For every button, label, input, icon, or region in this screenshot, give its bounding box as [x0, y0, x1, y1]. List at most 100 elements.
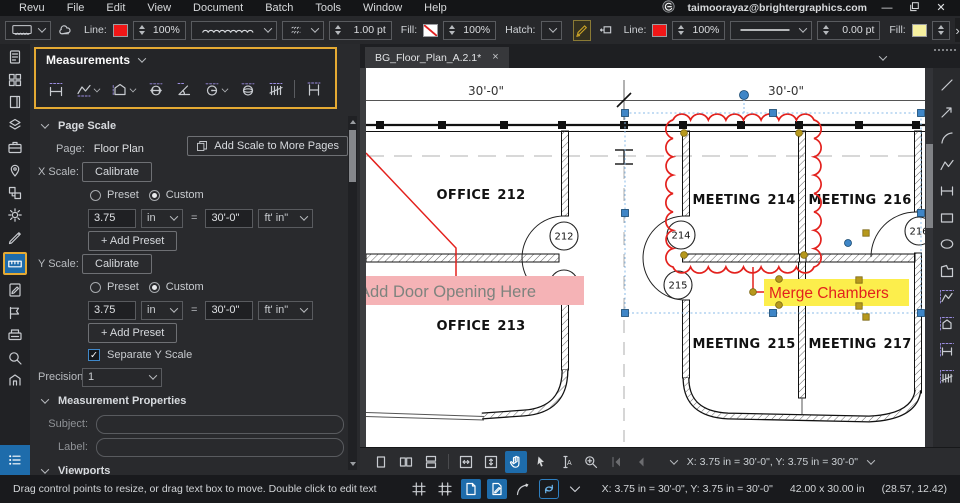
- sidebar-spaces-icon[interactable]: [3, 162, 27, 178]
- pen-path-icon[interactable]: [513, 479, 533, 499]
- restore-button[interactable]: [907, 1, 921, 16]
- previous-page-button[interactable]: [630, 451, 652, 473]
- sidebar-layers-icon[interactable]: [3, 117, 27, 133]
- rectangle-tool[interactable]: [938, 210, 956, 226]
- hatch-dropdown[interactable]: [541, 21, 561, 40]
- x-custom-radio[interactable]: [149, 190, 160, 201]
- y-custom-radio[interactable]: [149, 282, 160, 293]
- arrow-tool[interactable]: [938, 104, 956, 120]
- arc-tool[interactable]: [938, 130, 956, 146]
- add-scale-button[interactable]: Add Scale to More Pages: [187, 136, 348, 156]
- close-button[interactable]: ✕: [934, 1, 948, 15]
- y-preset-radio[interactable]: [90, 282, 101, 293]
- shape-tool-dropdown[interactable]: [5, 21, 51, 40]
- sidebar-calibrate-icon[interactable]: [3, 230, 27, 246]
- section-page-scale[interactable]: Page Scale: [30, 114, 360, 138]
- toolbar-overflow-button[interactable]: ›: [955, 18, 960, 42]
- y-add-preset-button[interactable]: + Add Preset: [88, 323, 177, 343]
- measure-angle-tool[interactable]: [171, 76, 196, 102]
- document-flip-icon[interactable]: [461, 479, 481, 499]
- perimeter-measure-tool[interactable]: [938, 289, 956, 305]
- sidebar-bookmarks-icon[interactable]: [3, 94, 27, 110]
- fit-page-button[interactable]: [455, 451, 477, 473]
- line-style-dropdown[interactable]: [730, 21, 812, 40]
- menu-batch[interactable]: Batch: [254, 2, 304, 14]
- section-viewports[interactable]: Viewports: [30, 459, 360, 475]
- line-width-stepper[interactable]: 1.00 pt: [329, 21, 392, 40]
- sidebar-thumbnails-icon[interactable]: [3, 72, 27, 88]
- menu-revu[interactable]: Revu: [8, 2, 56, 14]
- measure-count-tool[interactable]: [263, 76, 288, 102]
- x-to-unit-select[interactable]: ft' in": [258, 209, 313, 228]
- y-calibrate-button[interactable]: Calibrate: [82, 254, 152, 274]
- line-color-swatch[interactable]: [113, 24, 128, 37]
- area-measure-tool[interactable]: [938, 316, 956, 332]
- polygon-tool[interactable]: [938, 263, 956, 279]
- x-scale-to-input[interactable]: [205, 209, 253, 228]
- separate-y-checkbox[interactable]: ✓: [88, 349, 100, 361]
- minimize-button[interactable]: —: [880, 1, 894, 15]
- sidebar-links-icon[interactable]: [3, 185, 27, 201]
- grid-icon[interactable]: [409, 479, 429, 499]
- length-measure-tool[interactable]: [938, 342, 956, 358]
- measure-width-tool[interactable]: [301, 76, 326, 102]
- select-button[interactable]: [530, 451, 552, 473]
- menu-edit[interactable]: Edit: [95, 2, 136, 14]
- document-tab[interactable]: BG_Floor_Plan_A.2.1* ×: [365, 47, 509, 68]
- sidebar-markups-icon[interactable]: [3, 282, 27, 298]
- y-scale-to-input[interactable]: [205, 301, 253, 320]
- sidebar-measurements-icon[interactable]: [3, 252, 27, 275]
- x-unit-select[interactable]: in: [141, 209, 183, 228]
- pan-button[interactable]: [505, 451, 527, 473]
- menu-file[interactable]: File: [56, 2, 96, 14]
- callout-tool-button[interactable]: [596, 20, 615, 41]
- status-scale[interactable]: X: 3.75 in = 30'-0", Y: 3.75 in = 30'-0": [602, 483, 773, 495]
- line-width-stepper[interactable]: 0.00 pt: [817, 21, 880, 40]
- vertical-scrollbar[interactable]: [925, 68, 933, 447]
- y-unit-select[interactable]: in: [141, 301, 183, 320]
- count-measure-tool[interactable]: [938, 369, 956, 385]
- single-page-button[interactable]: [370, 451, 392, 473]
- floor-plan-page[interactable]: 30'-0" 30'-0": [366, 68, 925, 447]
- menu-window[interactable]: Window: [352, 2, 413, 14]
- measure-length-tool[interactable]: [43, 76, 68, 102]
- fill-color-swatch[interactable]: [912, 24, 927, 37]
- x-calibrate-button[interactable]: Calibrate: [82, 162, 152, 182]
- label-input[interactable]: [96, 438, 344, 457]
- fill-color-swatch[interactable]: [423, 24, 438, 37]
- line-style-dropdown[interactable]: [191, 21, 277, 40]
- cloud-style-dropdown[interactable]: [282, 21, 324, 40]
- select-text-button[interactable]: A: [555, 451, 577, 473]
- x-scale-value-input[interactable]: [88, 209, 136, 228]
- menu-document[interactable]: Document: [182, 2, 254, 14]
- x-preset-radio[interactable]: [90, 190, 101, 201]
- account-email[interactable]: taimoorayaz@brightergraphics.com: [688, 2, 867, 14]
- measure-diameter-tool[interactable]: [143, 76, 168, 102]
- menu-help[interactable]: Help: [413, 2, 458, 14]
- sidebar-markups-list-icon[interactable]: [0, 445, 30, 475]
- sidebar-search-icon[interactable]: [3, 350, 27, 366]
- viewport-scale[interactable]: X: 3.75 in = 30'-0", Y: 3.75 in = 30'-0": [687, 456, 858, 468]
- measure-volume-tool[interactable]: [235, 76, 260, 102]
- zoom-button[interactable]: [580, 451, 602, 473]
- chevron-down-icon[interactable]: [670, 456, 678, 464]
- toolbar-drag-handle[interactable]: [934, 49, 956, 51]
- auto-sync-icon[interactable]: [539, 479, 559, 499]
- first-page-button[interactable]: [605, 451, 627, 473]
- chevron-down-icon[interactable]: [879, 52, 887, 60]
- precision-select[interactable]: 1: [82, 368, 162, 387]
- section-measurement-properties[interactable]: Measurement Properties: [30, 389, 360, 413]
- polyline-tool[interactable]: [938, 157, 956, 173]
- menu-view[interactable]: View: [136, 2, 182, 14]
- highlighter-tool-button[interactable]: [573, 20, 591, 41]
- dimension-tool[interactable]: [938, 183, 956, 199]
- snap-icon[interactable]: [435, 479, 455, 499]
- y-to-unit-select[interactable]: ft' in": [258, 301, 313, 320]
- menu-tools[interactable]: Tools: [304, 2, 352, 14]
- line-opacity-stepper[interactable]: 100%: [672, 21, 725, 40]
- multi-page-button[interactable]: [395, 451, 417, 473]
- measure-polylength-tool[interactable]: [71, 76, 104, 102]
- line-opacity-stepper[interactable]: 100%: [133, 21, 186, 40]
- sidebar-settings-icon[interactable]: [3, 207, 27, 223]
- sidebar-file-access-icon[interactable]: [3, 49, 27, 65]
